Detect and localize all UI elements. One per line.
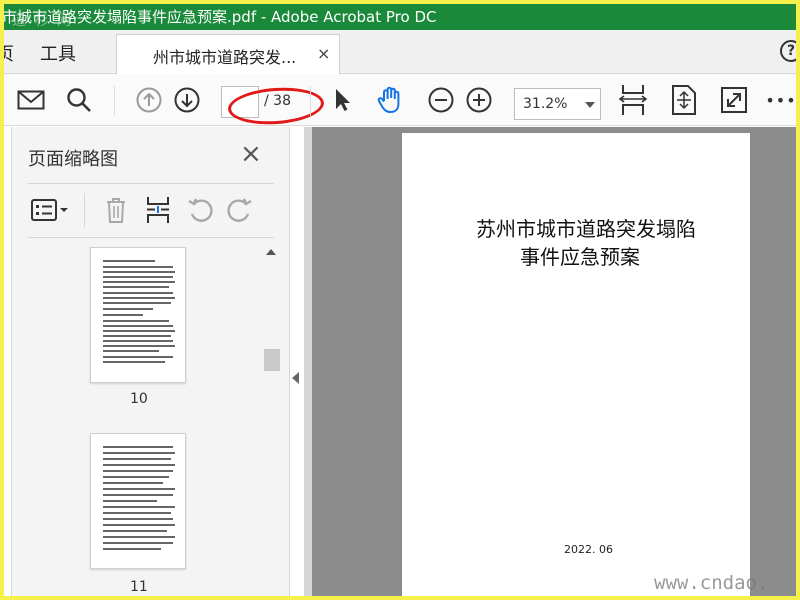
thumbnail-label: 10 (130, 391, 148, 407)
hand-tool-button[interactable] (374, 84, 406, 116)
toolbar-separator (114, 86, 115, 116)
delete-page-button[interactable] (102, 193, 130, 227)
tab-tools[interactable]: 工具 (40, 40, 76, 66)
thumbnails-panel: 页面缩略图 × 10 11 (4, 127, 290, 596)
trash-icon (107, 198, 125, 223)
rotate-right-icon (227, 198, 252, 222)
email-button[interactable] (16, 84, 46, 116)
search-icon (67, 88, 91, 112)
tab-bar: 页 工具 州市城市道路突发... × ? (4, 30, 796, 75)
watermark-top: 道 杉 网 (12, 13, 73, 29)
scroll-up-icon[interactable] (266, 249, 276, 255)
rotate-left-button[interactable] (186, 193, 214, 227)
select-tool-button[interactable] (330, 84, 356, 116)
panel-title: 页面缩略图 (28, 149, 118, 170)
mail-icon (17, 90, 45, 110)
plus-circle-icon (466, 87, 492, 113)
collapse-panel-button[interactable] (292, 372, 299, 384)
page-thumbnail[interactable] (90, 247, 186, 383)
more-tools-button[interactable]: ••• (765, 84, 796, 116)
options-menu-icon (31, 199, 68, 221)
panel-gutter (304, 127, 312, 596)
divider (28, 237, 274, 238)
rotate-right-button[interactable] (226, 193, 254, 227)
toolbar-separator (310, 86, 311, 116)
insert-page-button[interactable] (144, 193, 172, 227)
zoom-in-button[interactable] (464, 84, 494, 116)
scroll-thumb[interactable] (264, 349, 280, 371)
document-title-line1: 苏州市城市道路突发塌陷 (476, 217, 696, 241)
document-page: 苏州市城市道路突发塌陷 事件应急预案 2022. 06 (402, 133, 750, 596)
rotate-left-icon (188, 198, 213, 222)
previous-page-button[interactable] (134, 84, 164, 116)
full-screen-button[interactable] (718, 84, 750, 116)
fit-width-button[interactable] (616, 84, 650, 116)
expand-icon (721, 87, 747, 113)
panel-edge (4, 127, 12, 596)
page-thumbnail[interactable] (90, 433, 186, 569)
toolbar: / 38 31.2% ••• (4, 74, 796, 128)
cursor-arrow-icon (336, 89, 350, 111)
panel-close-button[interactable]: × (240, 141, 262, 167)
chevron-down-icon (585, 102, 595, 108)
tab-document[interactable]: 州市城市道路突发... × (116, 34, 340, 75)
title-bar: 市城市道路突发塌陷事件应急预案.pdf - Adobe Acrobat Pro … (4, 4, 796, 30)
arrow-down-circle-icon (174, 87, 200, 113)
document-date: 2022. 06 (564, 543, 613, 556)
tab-document-label: 州市城市道路突发... (153, 48, 297, 67)
insert-page-icon (147, 197, 169, 223)
thumbnail-label: 11 (130, 579, 148, 595)
tab-close-button[interactable]: × (317, 44, 330, 63)
toolbar-separator (84, 193, 85, 227)
tab-home[interactable]: 页 (4, 40, 14, 66)
watermark-bottom: www.cndao. (654, 572, 769, 594)
help-button[interactable]: ? (780, 40, 796, 62)
zoom-value: 31.2% (523, 96, 568, 112)
thumbnails-scrollbar[interactable] (262, 243, 282, 596)
divider (28, 183, 274, 184)
app-window: 市城市道路突发塌陷事件应急预案.pdf - Adobe Acrobat Pro … (4, 4, 796, 596)
fit-page-button[interactable] (668, 84, 700, 116)
hand-icon (377, 86, 400, 113)
thumbnail-options-button[interactable] (30, 193, 70, 227)
next-page-button[interactable] (172, 84, 202, 116)
zoom-select[interactable]: 31.2% (514, 88, 601, 120)
fit-page-icon (672, 85, 696, 115)
fit-width-icon (618, 85, 648, 115)
search-button[interactable] (64, 84, 94, 116)
document-viewport[interactable]: 苏州市城市道路突发塌陷 事件应急预案 2022. 06 (304, 127, 796, 596)
document-title-line2: 事件应急预案 (520, 245, 640, 269)
zoom-out-button[interactable] (426, 84, 456, 116)
arrow-up-circle-icon (136, 87, 162, 113)
minus-circle-icon (428, 87, 454, 113)
